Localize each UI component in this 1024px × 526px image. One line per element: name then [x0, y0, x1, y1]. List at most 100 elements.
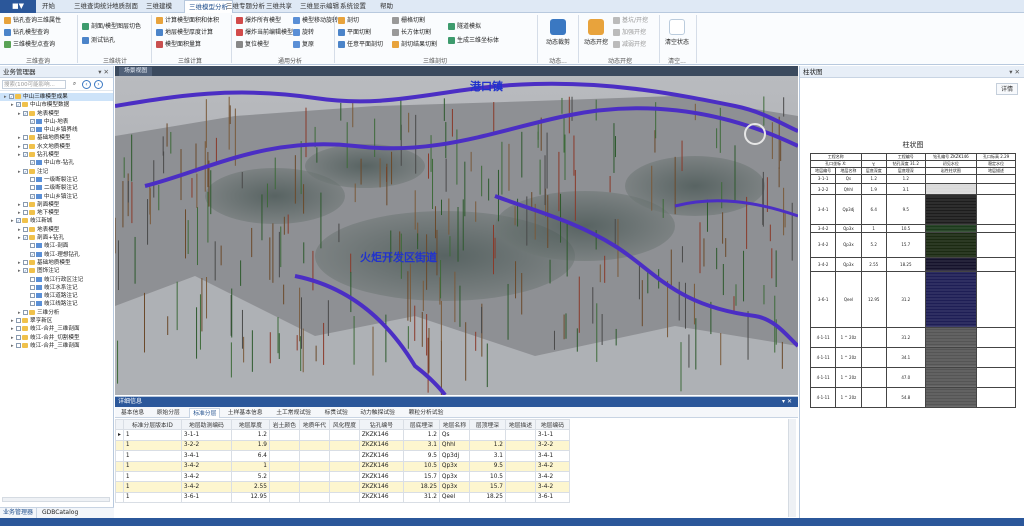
column-header[interactable]: 地层厚度 — [230, 419, 270, 431]
search-input[interactable]: 搜索(100可能影响... — [2, 80, 66, 89]
pin-icon[interactable]: ▾ ✕ — [98, 66, 109, 78]
tree-checkbox[interactable] — [23, 259, 28, 265]
tree-checkbox[interactable] — [30, 243, 35, 249]
detail-tab-6[interactable]: 动力触探试验 — [357, 408, 398, 418]
tree-node[interactable]: ▸ 基础地质模型 — [0, 259, 113, 267]
tree-checkbox[interactable]: ✓ — [30, 251, 35, 257]
row-selector[interactable] — [115, 481, 124, 493]
detail-tab-4[interactable]: 土工常规试验 — [273, 408, 314, 418]
tree-checkbox[interactable]: ✓ — [23, 268, 28, 274]
ribbon-tab-6[interactable]: 三维共享 — [266, 0, 292, 13]
tree-checkbox[interactable] — [16, 326, 21, 332]
tab-gdbcatalog[interactable]: GDBCatalog — [39, 508, 81, 518]
tab-business-manager[interactable]: 业务管理器 — [0, 508, 38, 518]
column-header[interactable]: 地层编码 — [534, 419, 570, 431]
box-cut-button[interactable]: 长方体切割 — [392, 29, 431, 37]
tree-node[interactable]: ▸ ✓ 中山市模型数据 — [0, 101, 113, 109]
move-rotate-button[interactable]: 模型移动旋转 — [293, 17, 338, 25]
plane-cut-button[interactable]: 平面切割 — [338, 29, 371, 37]
tree-checkbox[interactable] — [23, 226, 28, 232]
table-row[interactable]: 1 3-4-2 2.55 ZKZK146 18.25 Qp3x 15.7 3-4-2 — [115, 481, 570, 493]
tree-node[interactable]: ▸ 地下模型 — [0, 209, 113, 217]
borehole-model-query-button[interactable]: 钻孔模型查询 — [4, 29, 49, 37]
tree-checkbox[interactable] — [30, 284, 35, 290]
ribbon-tab-7[interactable]: 三维显示编辑 — [300, 0, 339, 13]
tree-checkbox[interactable] — [16, 334, 21, 340]
model-point-query-button[interactable]: 三维模型点查询 — [4, 41, 55, 49]
tree-node[interactable]: ▸ ✓ 岐江新城 — [0, 217, 113, 225]
tree-node[interactable]: 二级断裂注记 — [0, 184, 113, 192]
tree-checkbox[interactable]: ✓ — [30, 127, 35, 133]
any-plane-cut-button[interactable]: 任意平面剖切 — [338, 41, 383, 49]
file-menu-button[interactable]: ■▼ — [0, 0, 36, 13]
tree-node[interactable]: ▸ 水文地质模型 — [0, 143, 113, 151]
tree-checkbox[interactable] — [23, 210, 28, 216]
detail-tab-3[interactable]: 土样基本信息 — [225, 408, 266, 418]
column-header[interactable]: 风化程度 — [328, 419, 360, 431]
next-icon[interactable]: › — [94, 80, 103, 89]
decrease-excavate-button[interactable]: 减弱开挖 — [613, 41, 646, 49]
tree-node[interactable]: ▸ 岐江-合并_三维剖面 — [0, 342, 113, 350]
layer-thickness-button[interactable]: 地层模型厚度计算 — [156, 29, 213, 37]
column-header[interactable]: 层底埋深 — [402, 419, 440, 431]
tree-node[interactable]: ▸ 翠亨新区 — [0, 317, 113, 325]
grid-cut-button[interactable]: 栅格切割 — [392, 17, 425, 25]
detail-tab-0[interactable]: 基本信息 — [118, 408, 147, 418]
pit-excavate-button[interactable]: 基坑/开挖 — [613, 17, 648, 25]
tree-node[interactable]: ▸ ✓ 图饰注记 — [0, 267, 113, 275]
column-header[interactable]: 层顶埋深 — [468, 419, 506, 431]
tree-node[interactable]: ▸ 地表模型 — [0, 226, 113, 234]
tree-node[interactable]: ▸ 基础地质模型 — [0, 134, 113, 142]
tree-checkbox[interactable]: ✓ — [16, 218, 21, 224]
ribbon-tab-1[interactable]: 三维查询统计 — [74, 0, 113, 13]
vertical-scrollbar[interactable] — [788, 419, 796, 517]
horizontal-scrollbar[interactable] — [2, 497, 110, 502]
row-selector[interactable] — [115, 450, 124, 462]
search-icon[interactable]: ⌕ — [70, 80, 79, 89]
tree-node[interactable]: 岐江线路注记 — [0, 300, 113, 308]
tree-node[interactable]: ▸ ✓ 中山三维模型成果 — [0, 93, 113, 102]
ribbon-tab-0[interactable]: 开始 — [42, 0, 55, 13]
tree-checkbox[interactable] — [16, 342, 21, 348]
row-selector[interactable] — [115, 470, 124, 483]
tree-checkbox[interactable]: ✓ — [23, 168, 28, 174]
tree-checkbox[interactable]: ✓ — [23, 110, 28, 116]
tree-node[interactable]: ✓ 中山市-钻孔 — [0, 159, 113, 167]
prev-icon[interactable]: ‹ — [82, 80, 91, 89]
detail-tab-1[interactable]: 原始分层 — [154, 408, 183, 418]
row-selector[interactable] — [115, 460, 124, 472]
tree-checkbox[interactable]: ✓ — [23, 235, 28, 241]
clear-state-button[interactable]: 清空状态 — [662, 19, 692, 46]
close-icon[interactable]: ▾ ✕ — [782, 397, 792, 407]
row-selector[interactable]: ▸ — [115, 429, 124, 441]
tree-checkbox[interactable] — [23, 309, 28, 315]
tree-checkbox[interactable] — [23, 135, 28, 141]
tree-node[interactable]: ✓ 中山-地表 — [0, 118, 113, 126]
ribbon-tab-8[interactable]: 系统设置 — [340, 0, 366, 13]
tree-node[interactable]: ▸ ✓ 剖面+钻孔 — [0, 234, 113, 242]
ribbon-tab-9[interactable]: 帮助 — [380, 0, 393, 13]
model-area-measure-button[interactable]: 模型面积量算 — [156, 41, 201, 49]
borehole-3d-attr-query-button[interactable]: 钻孔查询三维属性 — [4, 17, 61, 25]
tree-node[interactable]: ▸ ✓ 钻孔模型 — [0, 151, 113, 159]
column-header[interactable]: 地质年代 — [298, 419, 330, 431]
row-selector[interactable] — [115, 439, 124, 452]
calc-area-volume-button[interactable]: 计算模型面积和体积 — [156, 17, 219, 25]
table-row[interactable]: 1 3-4-2 1 ZKZK146 10.5 Qp3x 9.5 3-4-2 — [115, 460, 570, 472]
row-selector[interactable] — [115, 491, 124, 504]
tree-checkbox[interactable] — [30, 185, 35, 191]
details-button[interactable]: 详情 — [995, 83, 1018, 95]
tree-node[interactable]: ✓ 中山乡镇界线 — [0, 126, 113, 134]
result-cut-button[interactable]: 剖切结果切割 — [392, 41, 437, 49]
tree-node[interactable]: 岐江行政区注记 — [0, 276, 113, 284]
rotate-button[interactable]: 旋转 — [293, 29, 314, 37]
tree-checkbox[interactable]: ✓ — [23, 152, 28, 158]
tree-checkbox[interactable] — [30, 276, 35, 282]
tree-node[interactable]: ▸ ✓ 地表模型 — [0, 110, 113, 118]
tree-checkbox[interactable]: ✓ — [30, 160, 35, 166]
tree-checkbox[interactable] — [23, 201, 28, 207]
tree-checkbox[interactable]: ✓ — [30, 193, 35, 199]
ribbon-tab-3[interactable]: 三维建模 — [146, 0, 172, 13]
column-header[interactable]: 钻孔编号 — [358, 419, 404, 431]
tree-checkbox[interactable]: ✓ — [16, 102, 21, 108]
